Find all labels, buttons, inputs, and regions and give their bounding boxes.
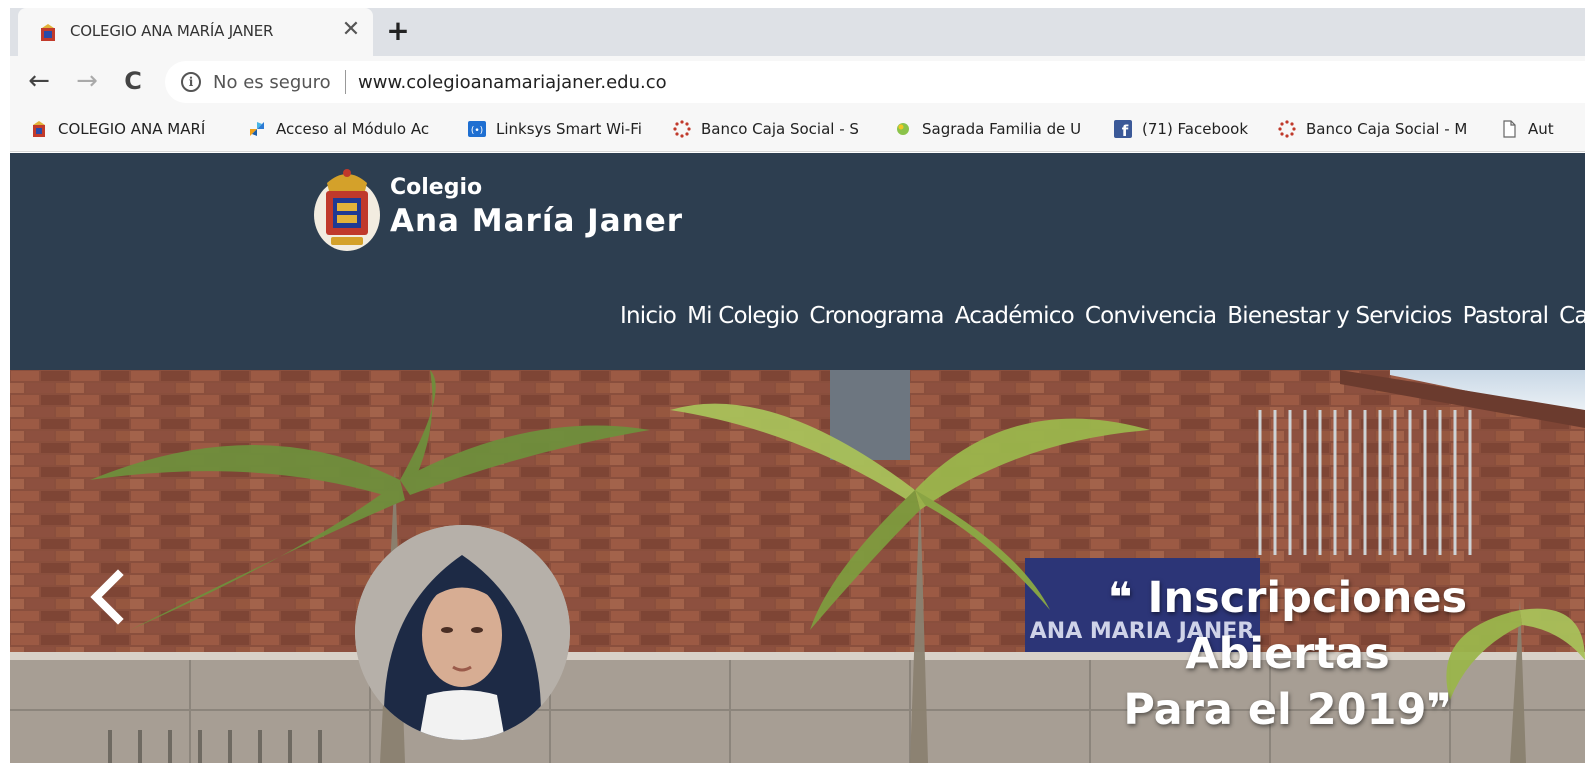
portrait-image (355, 525, 570, 740)
tab-title: COLEGIO ANA MARÍA JANER (70, 22, 274, 40)
facebook-icon: f (1114, 120, 1132, 138)
bank-spinner-icon (673, 120, 691, 138)
founder-portrait (355, 525, 570, 740)
bookmark-label: Linksys Smart Wi-Fi (496, 120, 642, 138)
quote-open-icon: ❝ (1107, 573, 1133, 622)
globe-icon (897, 123, 909, 135)
bookmark-item[interactable]: f (71) Facebook (1114, 118, 1248, 140)
nav-item-cronograma[interactable]: Cronograma (809, 303, 944, 329)
nav-item-bienestar[interactable]: Bienestar y Servicios (1227, 303, 1452, 329)
url-text[interactable]: www.colegioanamariajaner.edu.co (358, 72, 667, 93)
close-tab-icon[interactable]: ✕ (338, 17, 364, 43)
back-button[interactable]: ← (24, 66, 54, 96)
nav-item-academico[interactable]: Académico (955, 303, 1075, 329)
browser-toolbar: ← → C i No es seguro www.colegioanamaria… (10, 56, 1585, 106)
nav-item-pastoral[interactable]: Pastoral (1463, 303, 1549, 329)
chevron-left-icon[interactable] (88, 567, 128, 627)
brand-title[interactable]: Ana María Janer (390, 203, 683, 239)
address-bar[interactable]: i No es seguro www.colegioanamariajaner.… (165, 61, 1585, 103)
bookmark-label: Banco Caja Social - S (701, 120, 859, 138)
page-icon (1503, 120, 1516, 138)
omnibox-divider (345, 70, 346, 94)
pinwheel-icon (250, 122, 264, 136)
caption-line-1: Inscripciones Abiertas (1147, 573, 1468, 679)
forward-button[interactable]: → (72, 66, 102, 96)
bookmark-label: Aut (1528, 120, 1554, 138)
new-tab-button[interactable]: + (382, 16, 414, 48)
wifi-icon: (•) (468, 121, 486, 137)
bookmark-label: Banco Caja Social - M (1306, 120, 1468, 138)
site-header: Colegio Ana María Janer Inicio Mi Colegi… (10, 153, 1585, 370)
bookmark-label: COLEGIO ANA MARÍ (58, 120, 206, 138)
bookmark-item[interactable]: (•) Linksys Smart Wi-Fi (468, 118, 642, 140)
reload-button[interactable]: C (118, 66, 148, 96)
nav-item-inicio[interactable]: Inicio (620, 303, 677, 329)
bookmark-item[interactable]: COLEGIO ANA MARÍ (30, 118, 205, 140)
security-label[interactable]: No es seguro (213, 72, 331, 93)
bookmark-item[interactable]: Sagrada Familia de U (894, 118, 1081, 140)
quote-close-icon: ❞ (1426, 685, 1452, 735)
bookmark-label: (71) Facebook (1142, 120, 1249, 138)
bookmark-item[interactable]: Banco Caja Social - S (673, 118, 859, 140)
bookmark-item[interactable]: Aut (1500, 118, 1554, 140)
bank-spinner-icon (1278, 120, 1296, 138)
bookmark-label: Sagrada Familia de U (922, 120, 1082, 138)
nav-item-cam[interactable]: Cam (1559, 303, 1585, 329)
main-navigation: Inicio Mi Colegio Cronograma Académico C… (620, 303, 1585, 329)
bookmarks-bar: COLEGIO ANA MARÍ Acceso al Módulo Ac (•)… (10, 106, 1585, 152)
hero-slider: ANA MARIA JANER ❝ Inscripciones Abiertas… (10, 370, 1585, 763)
nav-item-convivencia[interactable]: Convivencia (1085, 303, 1217, 329)
browser-tab-active[interactable]: COLEGIO ANA MARÍA JANER ✕ (18, 8, 373, 56)
svg-text:(•): (•) (471, 126, 483, 136)
brand-small-title[interactable]: Colegio (390, 175, 482, 200)
bookmark-label: Acceso al Módulo Ac (276, 120, 430, 138)
svg-text:f: f (1122, 122, 1129, 138)
bookmark-item[interactable]: Acceso al Módulo Ac (248, 118, 429, 140)
info-icon[interactable]: i (181, 72, 201, 92)
tab-strip: COLEGIO ANA MARÍA JANER ✕ + (10, 8, 1585, 56)
nav-item-mi-colegio[interactable]: Mi Colegio (687, 303, 799, 329)
bookmark-item[interactable]: Banco Caja Social - M (1278, 118, 1467, 140)
crest-icon (41, 24, 55, 41)
caption-line-2: Para el 2019 (1123, 685, 1427, 735)
school-crest-logo[interactable] (313, 165, 381, 253)
crest-icon (33, 121, 45, 137)
slide-caption: ❝ Inscripciones Abiertas Para el 2019❞ (1015, 570, 1560, 738)
